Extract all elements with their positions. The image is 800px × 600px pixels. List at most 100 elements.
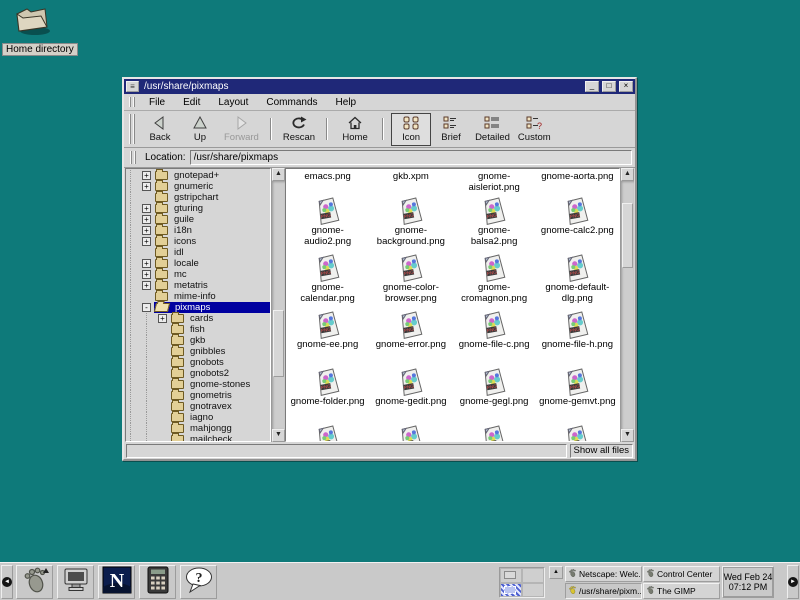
menu-item-help[interactable]: Help: [327, 96, 366, 109]
toolbar-forward-button[interactable]: Forward: [220, 113, 263, 146]
tree-item-mc[interactable]: +mc: [126, 269, 270, 280]
file-gnome-aisleriot.png[interactable]: PNGgnome-aisleriot.png: [453, 169, 536, 195]
tree-item-metatris[interactable]: +metatris: [126, 280, 270, 291]
desktop-icon-home[interactable]: Home directory: [2, 4, 78, 56]
file-item[interactable]: PNG: [453, 423, 536, 442]
launcher-calculator[interactable]: [139, 565, 176, 599]
task-button[interactable]: Control Center: [643, 566, 720, 582]
pager-workspace-3-active[interactable]: [500, 583, 522, 598]
file-gnome-calendar.png[interactable]: PNGgnome-calendar.png: [286, 252, 369, 309]
tree-item-gturing[interactable]: +gturing: [126, 203, 270, 214]
expand-icon[interactable]: +: [142, 215, 151, 224]
file-gnome-gegl.png[interactable]: PNGgnome-gegl.png: [453, 366, 536, 423]
task-button[interactable]: /usr/share/pixm...: [565, 583, 642, 599]
tree-item-fish[interactable]: fish: [126, 324, 270, 335]
tree-item-gstripchart[interactable]: gstripchart: [126, 192, 270, 203]
tree-item-icons[interactable]: +icons: [126, 236, 270, 247]
expand-icon[interactable]: +: [142, 281, 151, 290]
tree-scrollbar-thumb[interactable]: [273, 310, 284, 377]
file-gnome-color-browser.png[interactable]: PNGgnome-color-browser.png: [369, 252, 452, 309]
menu-item-edit[interactable]: Edit: [174, 96, 209, 109]
scroll-down-arrow-icon[interactable]: ▼: [272, 429, 285, 442]
file-gnome-gedit.png[interactable]: PNGgnome-gedit.png: [369, 366, 452, 423]
tree-item-gnometris[interactable]: gnometris: [126, 390, 270, 401]
icon-scrollbar-thumb[interactable]: [622, 203, 633, 267]
minimize-button[interactable]: _: [585, 81, 599, 92]
tree-item-mailcheck[interactable]: mailcheck: [126, 434, 270, 442]
toolbar-home-button[interactable]: Home: [335, 113, 375, 146]
file-gnome-background.png[interactable]: PNGgnome-background.png: [369, 195, 452, 252]
expand-icon[interactable]: +: [142, 259, 151, 268]
file-gnome-error.png[interactable]: PNGgnome-error.png: [369, 309, 452, 366]
pager-workspace-2[interactable]: [522, 568, 544, 583]
tree-item-mahjongg[interactable]: mahjongg: [126, 423, 270, 434]
scroll-up-arrow-icon[interactable]: ▲: [621, 168, 634, 181]
launcher-gnome-main-menu[interactable]: [16, 565, 53, 599]
location-input[interactable]: [190, 150, 632, 165]
panel-hide-right-button[interactable]: ►: [787, 565, 799, 599]
expand-icon[interactable]: +: [142, 182, 151, 191]
expand-icon[interactable]: +: [142, 237, 151, 246]
tree-item-gnumeric[interactable]: +gnumeric: [126, 181, 270, 192]
window-titlebar[interactable]: ≡ /usr/share/pixmaps _ □ ×: [124, 79, 635, 94]
file-gnome-file-c.png[interactable]: PNGgnome-file-c.png: [453, 309, 536, 366]
tree-item-i18n[interactable]: +i18n: [126, 225, 270, 236]
toolbar-up-button[interactable]: Up: [180, 113, 220, 146]
location-bar-grip-handle[interactable]: [130, 151, 138, 164]
tree-item-idl[interactable]: idl: [126, 247, 270, 258]
expand-icon[interactable]: +: [142, 171, 151, 180]
file-gnome-cromagnon.png[interactable]: PNGgnome-cromagnon.png: [453, 252, 536, 309]
expand-icon[interactable]: +: [142, 204, 151, 213]
task-button[interactable]: The GIMP: [643, 583, 720, 599]
tree-item-gnotravex[interactable]: gnotravex: [126, 401, 270, 412]
tree-item-gnotepad+[interactable]: +gnotepad+: [126, 170, 270, 181]
toolbar-back-button[interactable]: Back: [140, 113, 180, 146]
tree-item-mime-info[interactable]: mime-info: [126, 291, 270, 302]
launcher-netscape[interactable]: N: [98, 565, 135, 599]
expand-icon[interactable]: +: [158, 314, 167, 323]
tree-scrollbar[interactable]: ▲ ▼: [271, 168, 285, 442]
file-gnome-ee.png[interactable]: PNGgnome-ee.png: [286, 309, 369, 366]
scroll-down-arrow-icon[interactable]: ▼: [621, 429, 634, 442]
collapse-icon[interactable]: -: [142, 303, 151, 312]
toolbar-detailed-button[interactable]: Detailed: [471, 113, 514, 146]
file-gnome-balsa2.png[interactable]: PNGgnome-balsa2.png: [453, 195, 536, 252]
file-gnome-calc2.png[interactable]: PNGgnome-calc2.png: [536, 195, 619, 252]
file-gnome-folder.png[interactable]: PNGgnome-folder.png: [286, 366, 369, 423]
pager-workspace-1[interactable]: [500, 568, 522, 583]
file-gnome-file-h.png[interactable]: PNGgnome-file-h.png: [536, 309, 619, 366]
toolbar-brief-button[interactable]: Brief: [431, 113, 471, 146]
tree-scrollbar-track[interactable]: [272, 181, 285, 429]
file-emacs.png[interactable]: PNGemacs.png: [286, 169, 369, 195]
menu-item-file[interactable]: File: [140, 96, 174, 109]
menu-item-layout[interactable]: Layout: [209, 96, 257, 109]
file-item[interactable]: PNG: [369, 423, 452, 442]
panel-hide-left-button[interactable]: ◄: [1, 565, 13, 599]
tree-item-gnome-stones[interactable]: gnome-stones: [126, 379, 270, 390]
scroll-up-arrow-icon[interactable]: ▲: [272, 168, 285, 181]
expand-icon[interactable]: +: [142, 270, 151, 279]
toolbar-grip-handle[interactable]: [129, 114, 137, 144]
file-item[interactable]: PNG: [536, 423, 619, 442]
icon-scrollbar-track[interactable]: [621, 181, 634, 429]
pager-workspace-4[interactable]: [522, 583, 544, 598]
file-gnome-default-dlg.png[interactable]: PNGgnome-default-dlg.png: [536, 252, 619, 309]
menu-bar-grip-handle[interactable]: [129, 97, 137, 107]
file-gnome-aorta.png[interactable]: PNGgnome-aorta.png: [536, 169, 619, 195]
menu-item-commands[interactable]: Commands: [257, 96, 326, 109]
tree-item-gnobots2[interactable]: gnobots2: [126, 368, 270, 379]
file-gkb.xpm[interactable]: PNGgkb.xpm: [369, 169, 452, 195]
icon-panel-scrollbar[interactable]: ▲ ▼: [620, 168, 634, 442]
tree-item-cards[interactable]: +cards: [126, 313, 270, 324]
file-gnome-gemvt.png[interactable]: PNGgnome-gemvt.png: [536, 366, 619, 423]
tree-item-gnibbles[interactable]: gnibbles: [126, 346, 270, 357]
file-item[interactable]: PNG: [286, 423, 369, 442]
tree-item-pixmaps[interactable]: -pixmaps: [126, 302, 270, 313]
tree-item-guile[interactable]: +guile: [126, 214, 270, 225]
toolbar-custom-button[interactable]: ?Custom: [514, 113, 555, 146]
close-button[interactable]: ×: [619, 81, 633, 92]
file-gnome-audio2.png[interactable]: PNGgnome-audio2.png: [286, 195, 369, 252]
tree-item-gnobots[interactable]: gnobots: [126, 357, 270, 368]
toolbar-icon-button[interactable]: Icon: [391, 113, 431, 146]
launcher-help[interactable]: ?: [180, 565, 217, 599]
